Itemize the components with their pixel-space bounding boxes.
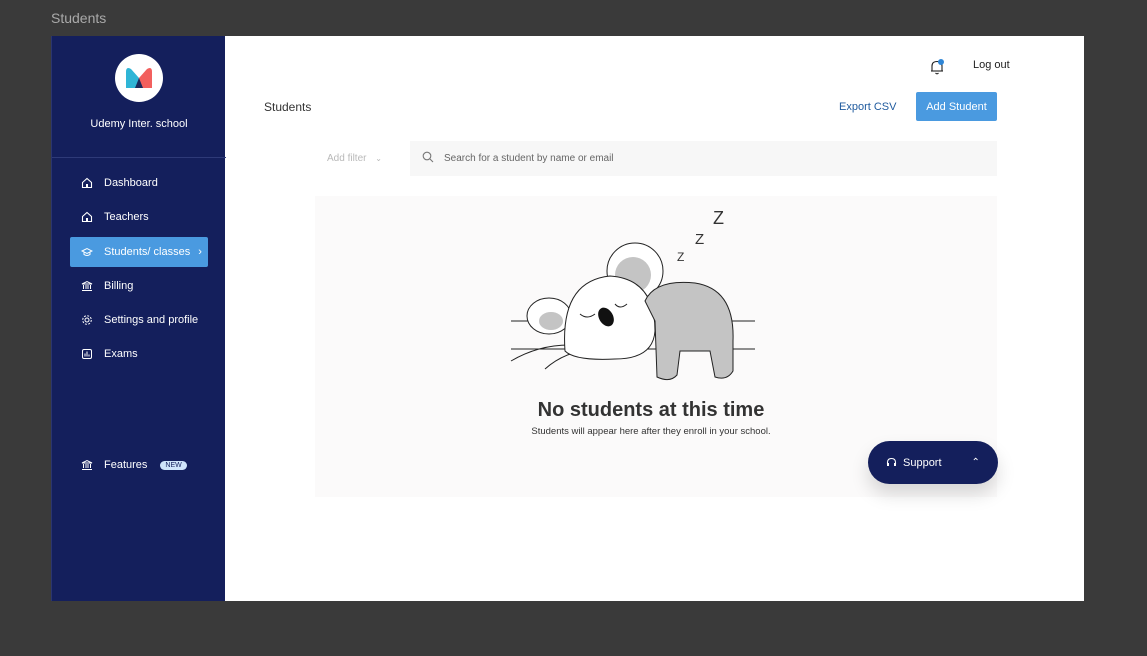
sidebar-item-label: Features (104, 459, 148, 471)
sidebar-item-billing[interactable]: Billing (70, 271, 208, 301)
bell-icon[interactable] (928, 58, 946, 81)
new-badge: NEW (160, 460, 187, 470)
sidebar-item-exams[interactable]: Exams (70, 339, 208, 369)
logout-link[interactable]: Log out (973, 59, 1010, 71)
empty-state-subtitle: Students will appear here after they enr… (531, 426, 771, 437)
add-filter-label: Add filter (327, 153, 367, 164)
sidebar-item-label: Exams (104, 348, 138, 360)
gear-icon (81, 314, 93, 326)
zzz-medium: Z (695, 231, 704, 248)
chevron-up-icon: ⌃ (971, 457, 980, 468)
sidebar: Udemy Inter. school Dashboard Teachers S… (51, 36, 226, 601)
sidebar-item-label: Billing (104, 280, 134, 292)
sidebar-item-dashboard[interactable]: Dashboard (70, 168, 208, 198)
sidebar-item-students-classes[interactable]: Students/ classes › (70, 237, 208, 267)
search-bar (410, 141, 997, 176)
school-name: Udemy Inter. school (90, 118, 188, 130)
frame-label: Students (51, 10, 107, 26)
sidebar-item-features[interactable]: Features NEW (70, 450, 208, 480)
sidebar-item-label: Students/ classes (104, 246, 191, 258)
home-icon (81, 177, 93, 189)
add-filter-dropdown[interactable]: Add filter ⌄ (327, 153, 382, 164)
bank-icon (81, 280, 93, 292)
page-title: Students (264, 100, 312, 114)
logo-mark-icon (126, 68, 152, 88)
sidebar-item-teachers[interactable]: Teachers (70, 202, 208, 232)
app-window: Udemy Inter. school Dashboard Teachers S… (51, 36, 1084, 601)
chevron-down-icon: ⌄ (375, 154, 382, 163)
sidebar-item-label: Settings and profile (104, 314, 199, 326)
search-icon (422, 150, 434, 168)
bank-icon (81, 459, 93, 471)
sleeping-koala-illustration: Z Z Z (510, 208, 755, 381)
search-input[interactable] (444, 153, 844, 164)
sidebar-divider (52, 157, 226, 158)
export-csv-link[interactable]: Export CSV (839, 101, 896, 113)
sidebar-item-settings-and-profile[interactable]: Settings and profile (70, 305, 208, 335)
support-button[interactable]: Support ⌃ (868, 441, 998, 484)
zzz-small: Z (677, 250, 684, 264)
school-logo[interactable] (115, 54, 163, 102)
sidebar-item-label: Teachers (104, 211, 149, 223)
home-icon (81, 211, 93, 223)
sidebar-item-label: Dashboard (104, 177, 158, 189)
headset-icon (886, 457, 897, 468)
chevron-right-icon: › (198, 246, 202, 258)
empty-state-title: No students at this time (537, 399, 765, 421)
graduation-icon (81, 246, 93, 258)
zzz-large: Z (713, 208, 724, 228)
add-student-button[interactable]: Add Student (916, 92, 997, 121)
support-label: Support (903, 456, 942, 469)
exam-icon (81, 348, 93, 360)
